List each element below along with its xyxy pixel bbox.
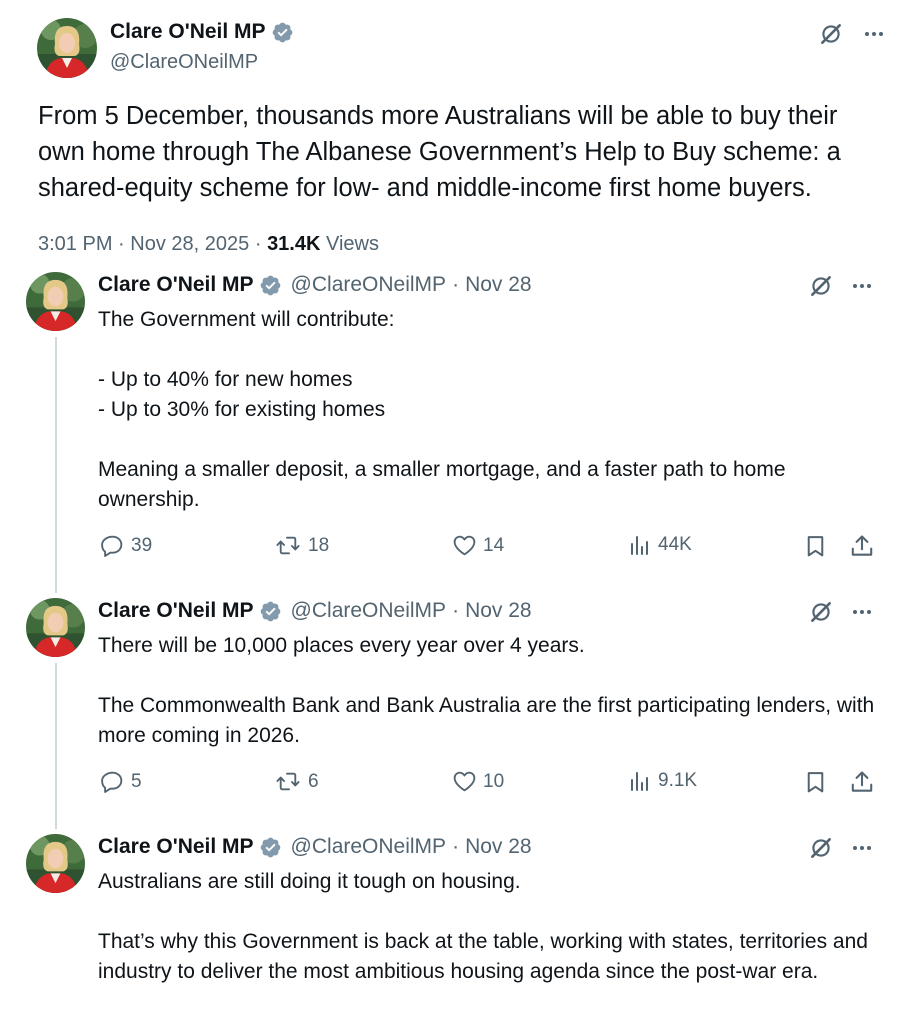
avatar[interactable] (26, 272, 85, 331)
views-count[interactable]: 31.4K (267, 233, 320, 255)
reply-text: There will be 10,000 places every year o… (98, 634, 875, 747)
reply-date[interactable]: Nov 28 (465, 835, 532, 859)
bookmark-button[interactable] (803, 533, 828, 559)
separator-dot: · (118, 233, 125, 255)
author-name[interactable]: Clare O'Neil MP (98, 599, 254, 623)
avatar[interactable] (26, 598, 85, 657)
author-header: Clare O'Neil MP (110, 20, 294, 44)
reply-text: The Government will contribute: - Up to … (98, 308, 786, 511)
tweet-time[interactable]: 3:01 PM (38, 233, 112, 255)
share-icon (849, 533, 875, 559)
reply-count: 5 (131, 770, 142, 792)
like-button[interactable]: 10 (452, 769, 504, 794)
views-icon (628, 533, 652, 557)
reply-header: Clare O'Neil MP @ClareONeilMP · Nov 28 (98, 599, 532, 623)
grok-icon[interactable] (807, 272, 835, 300)
grok-icon[interactable] (817, 20, 845, 48)
views-button[interactable]: 9.1K (628, 769, 697, 793)
more-icon[interactable] (848, 598, 876, 626)
share-button[interactable] (849, 533, 875, 559)
bookmark-button[interactable] (803, 769, 828, 795)
more-icon[interactable] (848, 834, 876, 862)
thread-line (55, 663, 57, 829)
views-count: 9.1K (658, 770, 698, 791)
share-button[interactable] (849, 769, 875, 795)
avatar[interactable] (37, 18, 97, 78)
author-handle[interactable]: @ClareONeilMP (291, 835, 447, 859)
verified-badge-icon[interactable] (259, 274, 282, 297)
reply-count: 39 (131, 534, 153, 556)
reply-icon (100, 769, 125, 794)
author-handle[interactable]: @ClareONeilMP (291, 273, 447, 297)
repost-count: 18 (308, 534, 330, 556)
tweet-meta: 3:01 PM · Nov 28, 2025 · 31.4K Views (38, 233, 379, 256)
repost-button[interactable]: 18 (274, 533, 329, 558)
reply-button[interactable]: 39 (100, 533, 152, 558)
verified-badge-icon[interactable] (259, 836, 282, 859)
tweet-date[interactable]: Nov 28, 2025 (130, 233, 249, 255)
grok-icon[interactable] (807, 598, 835, 626)
bookmark-icon (803, 533, 828, 559)
bookmark-icon (803, 769, 828, 795)
verified-badge-icon[interactable] (259, 600, 282, 623)
reply-text: Australians are still doing it tough on … (98, 870, 868, 983)
separator-dot: · (452, 273, 460, 296)
reply-date[interactable]: Nov 28 (465, 273, 532, 297)
author-name[interactable]: Clare O'Neil MP (98, 835, 254, 859)
repost-icon (274, 533, 302, 558)
handle-text: @ClareONeilMP (110, 51, 259, 73)
grok-icon[interactable] (807, 834, 835, 862)
reply-header: Clare O'Neil MP @ClareONeilMP · Nov 28 (98, 835, 532, 859)
separator-dot: · (254, 233, 262, 255)
author-handle[interactable]: @ClareONeilMP (110, 51, 258, 74)
like-icon (452, 769, 477, 794)
author-name[interactable]: Clare O'Neil MP (110, 20, 266, 44)
reply-icon (100, 533, 125, 558)
reply-date[interactable]: Nov 28 (465, 599, 532, 623)
avatar[interactable] (26, 834, 85, 893)
repost-count: 6 (308, 770, 319, 792)
views-button[interactable]: 44K (628, 533, 692, 557)
tweet-text: From 5 December, thousands more Australi… (38, 102, 848, 202)
separator-dot: · (452, 599, 460, 622)
like-icon (452, 533, 477, 558)
author-handle[interactable]: @ClareONeilMP (291, 599, 447, 623)
separator-dot: · (452, 835, 460, 858)
share-icon (849, 769, 875, 795)
like-count: 10 (483, 770, 505, 792)
reply-button[interactable]: 5 (100, 769, 142, 794)
author-name[interactable]: Clare O'Neil MP (98, 273, 254, 297)
views-icon (628, 769, 652, 793)
repost-icon (274, 769, 302, 794)
reply-header: Clare O'Neil MP @ClareONeilMP · Nov 28 (98, 273, 532, 297)
like-count: 14 (483, 534, 505, 556)
more-icon[interactable] (860, 20, 888, 48)
more-icon[interactable] (848, 272, 876, 300)
repost-button[interactable]: 6 (274, 769, 319, 794)
like-button[interactable]: 14 (452, 533, 504, 558)
thread-line (55, 337, 57, 593)
views-count: 44K (658, 534, 692, 555)
verified-badge-icon[interactable] (271, 21, 294, 44)
views-label: Views (326, 233, 379, 255)
